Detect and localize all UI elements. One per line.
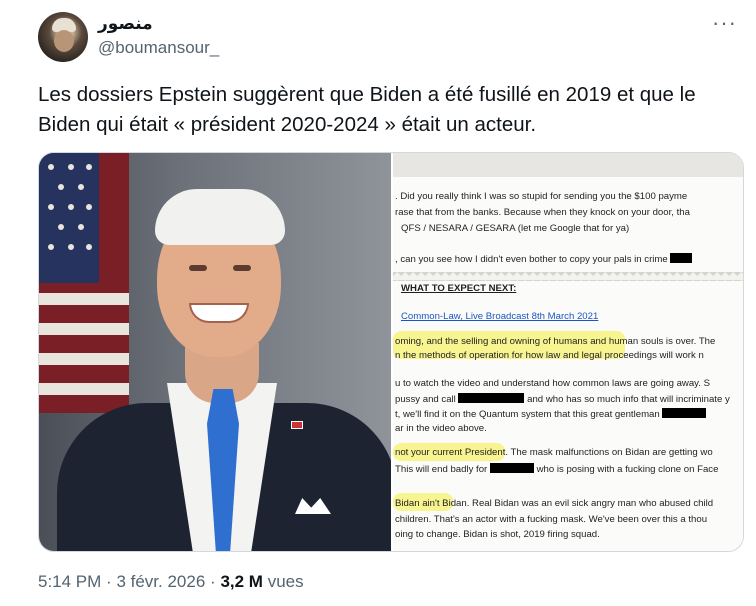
- white-hair: [155, 189, 285, 245]
- doc-line-text: , can you see how I didn't even bother t…: [395, 254, 668, 265]
- separator-dot: ·: [210, 572, 216, 591]
- views-label: vues: [267, 572, 304, 591]
- american-flag-image: [39, 153, 129, 413]
- doc-line: ar in the video above.: [395, 423, 487, 434]
- doc-line: children. That's an actor with a fucking…: [395, 514, 708, 525]
- doc-line: rase that from the banks. Because when t…: [395, 207, 690, 218]
- portrait-photo[interactable]: [39, 153, 391, 551]
- left-eye: [189, 265, 207, 271]
- right-eye: [233, 265, 251, 271]
- tweet-text-line-2: Biden qui était « président 2020-2024 » …: [38, 113, 537, 136]
- doc-line: QFS / NESARA / GESARA (let me Google tha…: [401, 223, 630, 234]
- doc-line-text: who is posing with a fucking clone on Fa…: [536, 464, 719, 475]
- doc-line: t, we'll find it on the Quantum system t…: [395, 408, 743, 421]
- doc-heading: WHAT TO EXPECT NEXT:: [401, 283, 517, 294]
- separator-dot: ·: [106, 572, 112, 591]
- author-handle[interactable]: @boumansour_: [98, 38, 219, 58]
- tweet-metadata: 5:14 PM · 3 févr. 2026 · 3,2 M vues: [38, 572, 304, 592]
- tweet-date[interactable]: 3 févr. 2026: [116, 572, 205, 591]
- doc-line: pussy and call and who has so much info …: [395, 393, 743, 406]
- tweet-time[interactable]: 5:14 PM: [38, 572, 101, 591]
- avatar-face: [54, 30, 74, 52]
- more-options-icon[interactable]: ···: [712, 12, 737, 34]
- tweet-text: Les dossiers Epstein suggèrent que Biden…: [38, 80, 744, 140]
- flag-pin: [291, 421, 303, 429]
- tweet-media[interactable]: . Did you really think I was so stupid f…: [38, 152, 744, 552]
- doc-line-text: t, we'll find it on the Quantum system t…: [395, 409, 660, 420]
- doc-line-text: This will end badly for: [395, 464, 488, 475]
- avatar[interactable]: [38, 12, 88, 62]
- redaction-bar: [489, 463, 534, 473]
- doc-line: oming, and the selling and owning of hum…: [395, 336, 716, 347]
- views-count: 3,2 M: [220, 572, 263, 591]
- doc-line: This will end badly for who is posing wi…: [395, 463, 743, 476]
- doc-link: Common-Law, Live Broadcast 8th March 202…: [401, 311, 599, 322]
- redaction-bar: [458, 393, 525, 403]
- tweet-text-line-1: Les dossiers Epstein suggèrent que Biden…: [38, 83, 696, 106]
- document-tear: [393, 272, 743, 281]
- doc-line: . Did you really think I was so stupid f…: [395, 191, 688, 202]
- doc-line: n the methods of operation for how law a…: [395, 350, 704, 361]
- doc-line: not your current President. The mask mal…: [395, 447, 713, 458]
- redaction-bar: [662, 408, 707, 418]
- doc-line: u to watch the video and understand how …: [395, 378, 711, 389]
- redaction-bar: [670, 253, 693, 263]
- doc-line: oing to change. Bidan is shot, 2019 firi…: [395, 529, 600, 540]
- doc-line: , can you see how I didn't even bother t…: [395, 253, 743, 266]
- doc-line-text: and who has so much info that will incri…: [527, 394, 730, 405]
- doc-line-text: pussy and call: [395, 394, 456, 405]
- document-image[interactable]: . Did you really think I was so stupid f…: [393, 153, 743, 551]
- document-scan-header: [393, 153, 743, 177]
- doc-line: Bidan ain't Bidan. Real Bidan was an evi…: [395, 498, 714, 509]
- author-display-name[interactable]: منصور: [98, 14, 153, 34]
